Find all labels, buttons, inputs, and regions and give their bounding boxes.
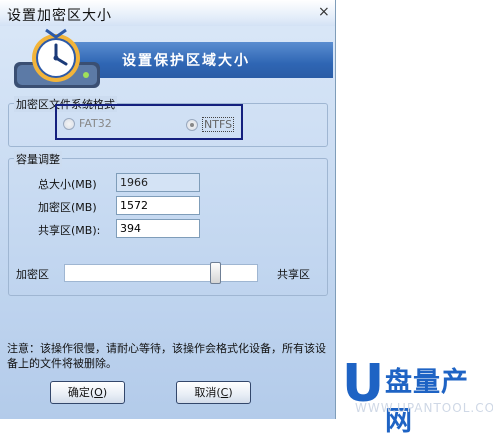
clock-drive-icon [14,28,100,88]
banner-title: 设置保护区域大小 [122,53,250,69]
warning-note: 注意：该操作很慢，请耐心等待，该操作会格式化设备，所有该设备上的文件将被删除。 [7,342,326,370]
slider-left-label: 加密区 [16,268,49,281]
cancel-button-suffix: ) [228,386,233,399]
ok-button-prefix: 确定( [67,386,95,399]
radio-fat32-dot[interactable] [63,117,75,130]
window-title: 设置加密区大小 [7,8,112,24]
banner: 设置保护区域大小 [0,26,335,96]
radio-fat32[interactable]: FAT32 [63,117,112,130]
radio-fat32-label: FAT32 [79,117,112,130]
ok-button-suffix: ) [102,386,108,399]
watermark-url: WWW.UPANTOOL.COM [355,401,493,415]
shared-size-label: 共享区(MB): [38,224,101,237]
dialog-window: 设置加密区大小 × 设置保护区域大小 加密区文件系统格式 FAT32 NTFS … [0,0,336,419]
size-slider-track[interactable] [64,264,258,282]
radio-ntfs-label: NTFS [202,117,235,132]
radio-ntfs[interactable]: NTFS [186,117,235,132]
close-icon[interactable]: × [318,4,330,20]
cancel-button[interactable]: 取消(C) [176,381,251,404]
ok-button-key: O [94,386,103,399]
shared-size-input[interactable]: 394 [116,219,200,238]
ok-button[interactable]: 确定(O) [50,381,125,404]
cancel-button-prefix: 取消( [194,386,221,399]
radio-ntfs-dot[interactable] [186,118,198,131]
total-size-field: 1966 [116,173,200,192]
watermark-brand: 盘量产网 [385,367,469,437]
capacity-group-legend: 容量调整 [14,151,62,167]
total-size-label: 总大小(MB) [38,178,97,191]
encrypted-size-label: 加密区(MB) [38,201,97,214]
slider-right-label: 共享区 [277,268,310,281]
title-bar[interactable]: 设置加密区大小 × [0,0,335,26]
size-slider-thumb[interactable] [210,262,222,284]
encrypted-size-input[interactable]: 1572 [116,196,200,215]
